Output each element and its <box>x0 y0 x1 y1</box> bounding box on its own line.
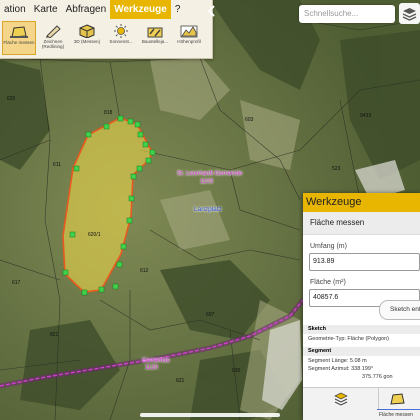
parcel-number: 818 <box>104 110 113 116</box>
tools-panel: Werkzeuge Fläche messen Umfang (m) 913.8… <box>303 193 420 420</box>
segment-azimuth-text: Segment Azimut: 338.199° <box>308 366 374 372</box>
parcel-number: 617 <box>12 280 21 286</box>
parcel-number: 621 <box>176 378 185 384</box>
tool-label: 3D (Messen) <box>73 39 101 44</box>
tool-flaeche-messen[interactable]: Fläche messen <box>2 21 36 55</box>
sketch-section-header: Sketch <box>303 325 420 334</box>
map-label-gemeinde-2: Gemeinde <box>142 358 170 364</box>
parcel-number: 9433 <box>360 113 372 119</box>
tool-hoehenprofil[interactable]: Höhenprofil <box>172 21 206 55</box>
parcel-number: 611 <box>53 162 61 168</box>
parcel-number: 821 <box>50 332 59 338</box>
area-measure-icon <box>8 24 30 40</box>
flaeche-label: Fläche (m²) <box>310 279 346 286</box>
footer-measure-button[interactable] <box>388 388 420 409</box>
tool-sonnenstand[interactable]: Sonnenst... <box>104 21 138 55</box>
elevation-profile-icon <box>178 23 200 39</box>
tool-label: Sonnenst... <box>109 39 133 44</box>
tool-label: Baustelleja... <box>141 39 169 44</box>
tool-zeichnen[interactable]: Zeichnen (Redlining) <box>36 21 70 55</box>
umfang-field[interactable]: 913.89 <box>309 253 420 271</box>
tool-baustellen[interactable]: Baustelleja... <box>138 21 172 55</box>
search-input[interactable]: Schnellsuche... <box>299 5 395 23</box>
menu-karte[interactable]: Karte <box>30 0 62 19</box>
stack-layers-icon <box>333 392 348 406</box>
layers-icon <box>399 3 420 24</box>
tool-row: Fläche messen Zeichnen (Redlining) 3D (M… <box>2 21 206 55</box>
tool-label: Fläche messen <box>3 40 35 45</box>
segment-length-text: Segment Länge: 5.08 m <box>308 358 367 364</box>
footer-tab-label[interactable]: Fläche messen <box>377 409 420 418</box>
geometry-type-text: Geometrie-Typ: Fläche (Polygon) <box>308 336 390 342</box>
tool-label: Zeichnen (Redlining) <box>41 39 65 49</box>
parcel-number: 697 <box>206 312 215 318</box>
parcel-number: 612 <box>140 268 149 274</box>
cube-3d-icon <box>76 23 98 39</box>
segment-section-header: Segment <box>303 347 420 356</box>
sketch-delete-button[interactable]: Sketch entf <box>379 300 420 320</box>
umfang-label: Umfang (m) <box>310 243 347 250</box>
menu-bar: ation Karte Abfragen Werkzeuge ? <box>0 0 212 19</box>
tool-label: Höhenprofil <box>177 39 201 44</box>
segment-gon-text: 375.776 gon <box>362 374 393 380</box>
menu-help[interactable]: ? <box>171 0 185 19</box>
top-toolbar: ation Karte Abfragen Werkzeuge ? Fläche … <box>0 0 213 59</box>
parcel-number: 603 <box>245 117 254 123</box>
menu-werkzeuge[interactable]: Werkzeuge <box>110 0 171 19</box>
home-indicator <box>140 413 280 417</box>
parcel-number: 620 <box>7 96 16 102</box>
construction-icon <box>144 23 166 39</box>
map-label-elevation: 1103 <box>200 179 213 185</box>
parcel-number: 523 <box>332 166 341 172</box>
panel-subtitle: Fläche messen <box>303 212 420 235</box>
tool-3d-messen[interactable]: 3D (Messen) <box>70 21 104 55</box>
sun-icon <box>110 23 132 39</box>
map-label-lanzplatz: Lanzplatz <box>194 206 222 213</box>
menu-navigation[interactable]: ation <box>0 0 30 19</box>
area-measure-icon <box>390 392 405 405</box>
menu-abfragen[interactable]: Abfragen <box>62 0 111 19</box>
layers-button[interactable] <box>399 3 420 24</box>
panel-footer: Fläche messen <box>303 387 420 420</box>
panel-title: Werkzeuge <box>303 193 420 212</box>
map-label-gemeinde: St. Leonhardt Gemeinde <box>177 171 243 177</box>
parcel-number: 620/1 <box>88 232 101 238</box>
parcel-number: 630 <box>232 368 241 374</box>
collapse-toolbar-icon[interactable] <box>207 4 217 17</box>
map-label-elevation-2: 1130 <box>145 365 158 371</box>
pencil-draw-icon <box>42 23 64 39</box>
footer-layers-button[interactable] <box>303 388 379 409</box>
